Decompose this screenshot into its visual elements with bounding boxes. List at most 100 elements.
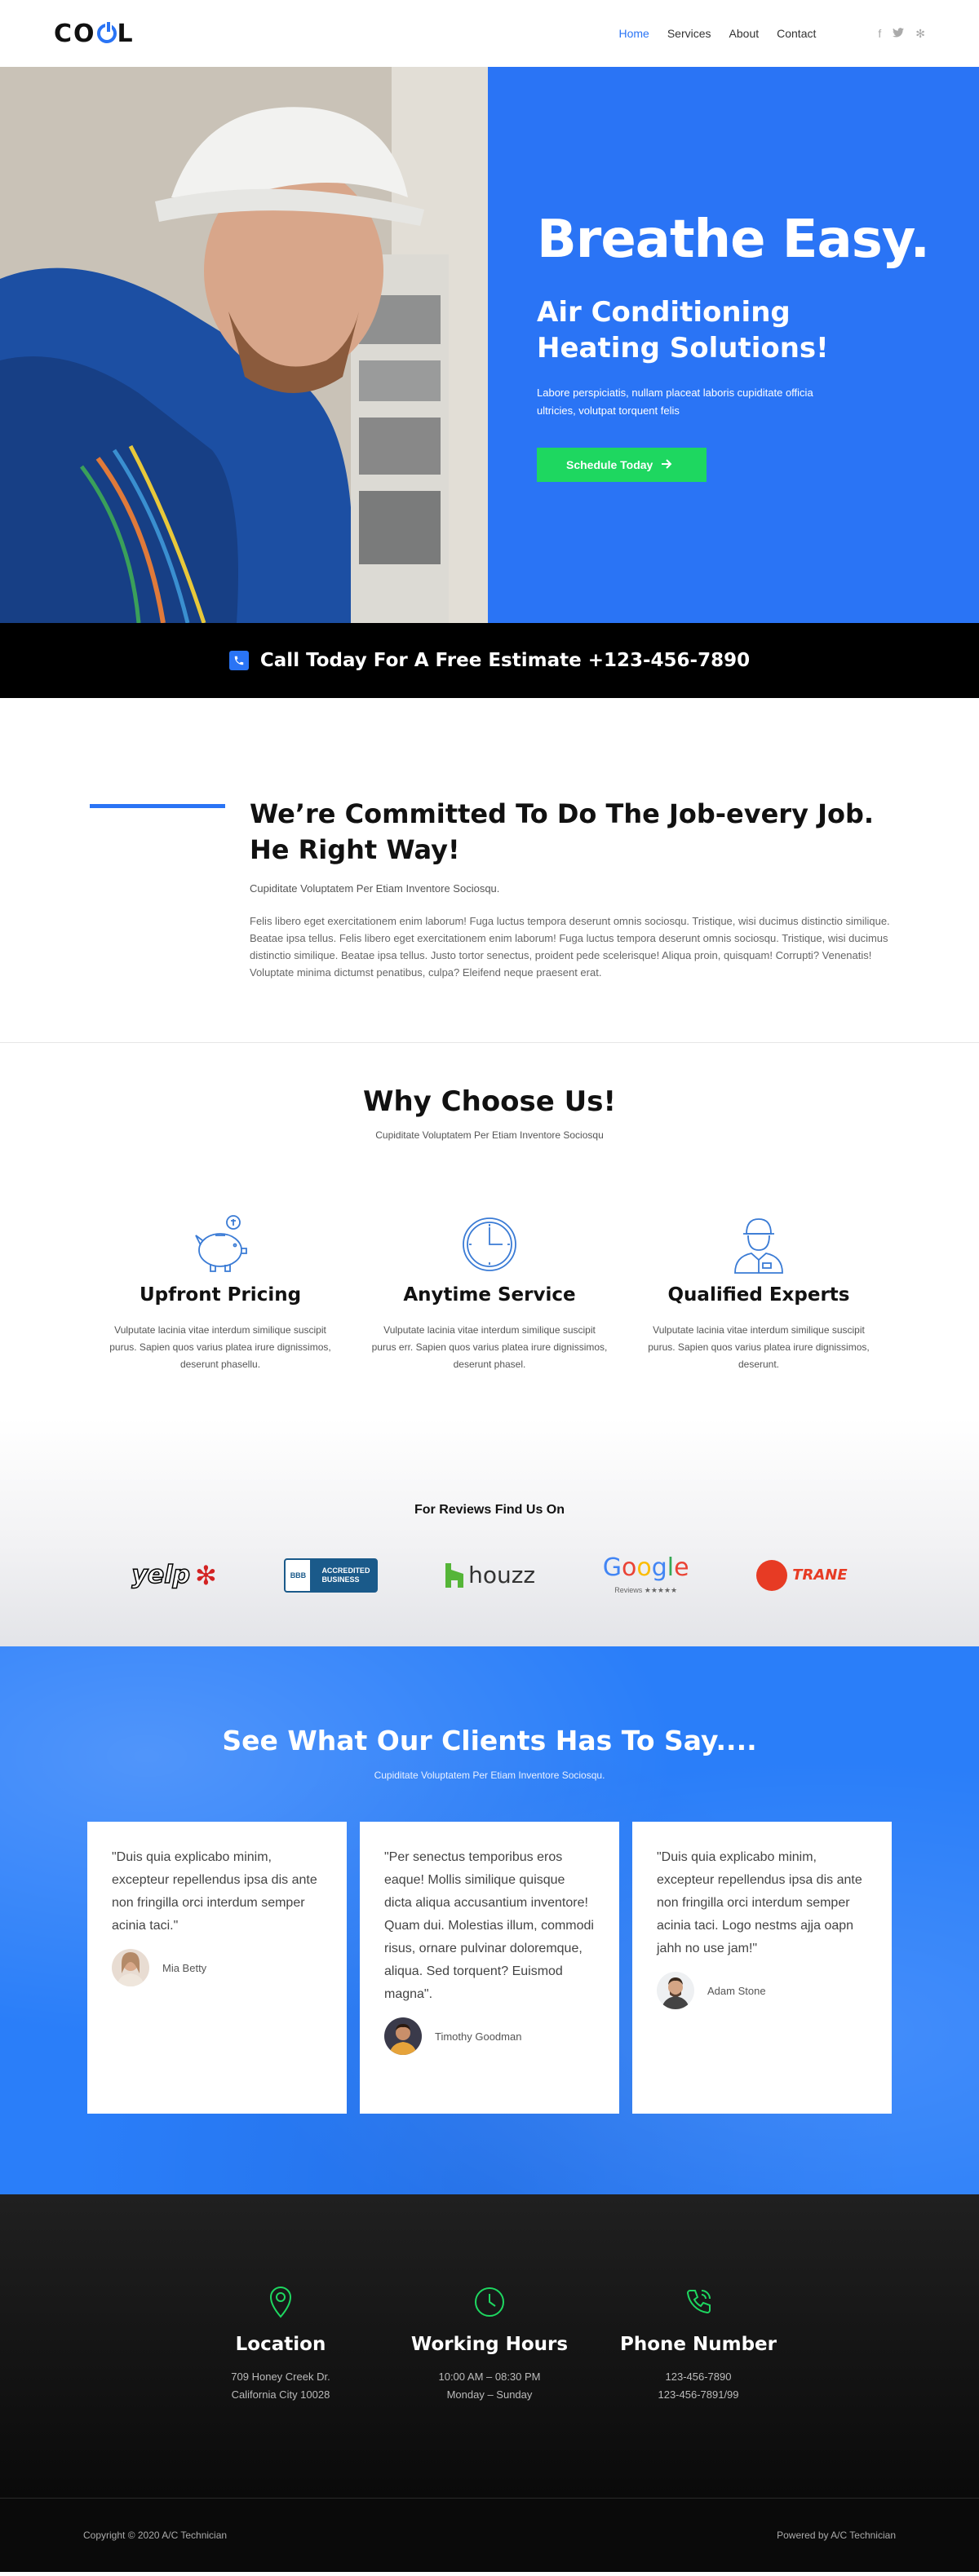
- site-header: COL Home Services About Contact f ✻: [0, 0, 979, 67]
- info-phone: Phone Number 123-456-7890 123-456-7891/9…: [594, 2286, 803, 2498]
- testimonial-cards: "Duis quia explicabo minim, excepteur re…: [0, 1822, 979, 2114]
- reviews-title: For Reviews Find Us On: [414, 1503, 565, 1517]
- site-logo[interactable]: COL: [54, 20, 135, 48]
- info-title: Working Hours: [410, 2334, 569, 2355]
- site-footer: Copyright © 2020 A/C Technician Powered …: [0, 2498, 979, 2572]
- commitment-text: Felis libero eget exercitationem enim la…: [250, 915, 890, 979]
- accent-divider: [90, 804, 225, 808]
- arrow-right-icon: [661, 458, 672, 471]
- testimonials-section: See What Our Clients Has To Say.... Cupi…: [0, 1646, 979, 2194]
- author-name: Timothy Goodman: [435, 2030, 522, 2043]
- logo-text-end: L: [117, 19, 135, 48]
- google-reviews-logo[interactable]: Google Reviews ★★★★★: [603, 1555, 689, 1595]
- bbb-logo[interactable]: BBB ACCREDITED BUSINESS: [284, 1558, 379, 1593]
- call-bar: Call Today For A Free Estimate +123-456-…: [0, 623, 979, 698]
- houzz-mark-icon: [445, 1562, 464, 1588]
- why-subtitle: Cupiditate Voluptatem Per Etiam Inventor…: [375, 1129, 604, 1141]
- clock-icon: [475, 2287, 504, 2317]
- main-nav: Home Services About Contact f ✻: [618, 27, 925, 41]
- contact-info-section: Location 709 Honey Creek Dr. California …: [0, 2194, 979, 2498]
- copyright-text: Copyright © 2020 A/C Technician: [83, 2530, 228, 2541]
- yelp-wordmark: yelp: [131, 1560, 191, 1590]
- hero-text: Labore perspiciatis, nullam placeat labo…: [537, 387, 813, 417]
- google-wordmark: Google: [602, 1553, 689, 1582]
- feature-item: Upfront Pricing Vulputate lacinia vitae …: [86, 1214, 355, 1373]
- info-title: Location: [235, 2334, 326, 2355]
- testimonial-author: Timothy Goodman: [384, 2017, 595, 2055]
- testimonial-author: Mia Betty: [112, 1949, 322, 1986]
- nav-about[interactable]: About: [729, 27, 760, 40]
- bbb-mark: BBB: [286, 1559, 311, 1591]
- bbb-line-1: ACCREDITED: [321, 1566, 370, 1575]
- commitment-title: We’re Committed To Do The Job-every Job.…: [250, 798, 875, 865]
- hero-section: Breathe Easy. Air Conditioning Heating S…: [0, 67, 979, 623]
- nav-contact[interactable]: Contact: [777, 27, 816, 40]
- testimonial-card: "Duis quia explicabo minim, excepteur re…: [632, 1822, 892, 2114]
- feature-item: Qualified Experts Vulputate lacinia vita…: [624, 1214, 893, 1373]
- social-links: f ✻: [878, 27, 925, 41]
- trane-logo[interactable]: TRANE: [756, 1559, 848, 1591]
- feature-text: Vulputate lacinia vitae interdum similiq…: [371, 1324, 608, 1370]
- testimonial-quote: "Duis quia explicabo minim, excepteur re…: [657, 1850, 862, 1955]
- houzz-logo[interactable]: houzz: [445, 1562, 535, 1588]
- feature-item: Anytime Service Vulputate lacinia vitae …: [355, 1214, 624, 1373]
- feature-title: Upfront Pricing: [139, 1284, 302, 1306]
- phone-icon: [686, 2290, 711, 2314]
- google-reviews-sub: Reviews ★★★★★: [614, 1586, 678, 1594]
- testimonials-subtitle: Cupiditate Voluptatem Per Etiam Inventor…: [374, 1770, 605, 1781]
- info-location: Location 709 Honey Creek Dr. California …: [176, 2286, 385, 2498]
- facebook-icon[interactable]: f: [878, 27, 881, 41]
- call-bar-text[interactable]: Call Today For A Free Estimate +123-456-…: [260, 650, 750, 671]
- testimonial-card: "Duis quia explicabo minim, excepteur re…: [87, 1822, 347, 2114]
- twitter-icon[interactable]: [893, 27, 905, 41]
- houzz-wordmark: houzz: [468, 1562, 536, 1588]
- commitment-section: We’re Committed To Do The Job-every Job.…: [0, 698, 979, 1043]
- info-line[interactable]: 123-456-7891/99: [594, 2386, 803, 2404]
- hero-content: Breathe Easy. Air Conditioning Heating S…: [488, 67, 979, 623]
- author-name: Adam Stone: [707, 1984, 766, 1997]
- testimonial-card: "Per senectus temporibus eros eaque! Mol…: [360, 1822, 619, 2114]
- testimonial-quote: "Duis quia explicabo minim, excepteur re…: [112, 1850, 317, 1933]
- location-pin-icon: [269, 2287, 292, 2318]
- info-line[interactable]: 123-456-7890: [594, 2368, 803, 2386]
- trane-wordmark: TRANE: [792, 1566, 848, 1584]
- reviews-section: For Reviews Find Us On yelp ✻ BBB ACCRED…: [0, 1418, 979, 1646]
- nav-services[interactable]: Services: [667, 27, 711, 40]
- yelp-logo[interactable]: yelp ✻: [131, 1560, 217, 1591]
- commitment-lead: Cupiditate Voluptatem Per Etiam Inventor…: [250, 882, 500, 895]
- review-logos: yelp ✻ BBB ACCREDITED BUSINESS houzz Goo…: [0, 1555, 979, 1595]
- logo-letter-o: O: [73, 19, 96, 48]
- yelp-burst-icon: ✻: [194, 1560, 217, 1590]
- info-line: Monday – Sunday: [446, 2388, 533, 2401]
- why-choose-section: Why Choose Us! Cupiditate Voluptatem Per…: [0, 1043, 979, 1418]
- clock-icon: [463, 1217, 516, 1271]
- nav-home[interactable]: Home: [618, 27, 649, 40]
- phone-icon: [228, 651, 249, 670]
- features-list: Upfront Pricing Vulputate lacinia vitae …: [0, 1214, 979, 1373]
- hero-technician-image: [0, 67, 488, 623]
- commitment-body: We’re Committed To Do The Job-every Job.…: [250, 796, 902, 1042]
- info-line: California City 10028: [231, 2388, 330, 2401]
- logo-text-start: C: [54, 19, 74, 48]
- testimonial-quote: "Per senectus temporibus eros eaque! Mol…: [384, 1850, 594, 2001]
- feature-title: Qualified Experts: [667, 1284, 850, 1306]
- logo-power-icon: [96, 20, 117, 43]
- avatar: [384, 2017, 422, 2055]
- schedule-today-button[interactable]: Schedule Today: [537, 448, 707, 482]
- feature-text: Vulputate lacinia vitae interdum similiq…: [648, 1324, 870, 1370]
- info-hours: Working Hours 10:00 AM – 08:30 PM Monday…: [385, 2286, 594, 2498]
- piggy-bank-icon: [195, 1215, 247, 1272]
- bbb-text: ACCREDITED BUSINESS: [315, 1566, 376, 1584]
- yelp-icon[interactable]: ✻: [915, 27, 925, 41]
- avatar: [657, 1972, 694, 2009]
- avatar: [112, 1949, 149, 1986]
- info-title: Phone Number: [619, 2334, 777, 2355]
- info-line: 10:00 AM – 08:30 PM: [438, 2371, 541, 2383]
- powered-by-text: Powered by A/C Technician: [777, 2530, 896, 2541]
- testimonials-title: See What Our Clients Has To Say....: [222, 1725, 757, 1756]
- bbb-line-2: BUSINESS: [321, 1575, 360, 1584]
- hero-title: Breathe Easy.: [537, 210, 930, 270]
- feature-text: Vulputate lacinia vitae interdum similiq…: [109, 1324, 331, 1370]
- trane-mark-icon: [756, 1559, 788, 1591]
- feature-title: Anytime Service: [403, 1284, 576, 1306]
